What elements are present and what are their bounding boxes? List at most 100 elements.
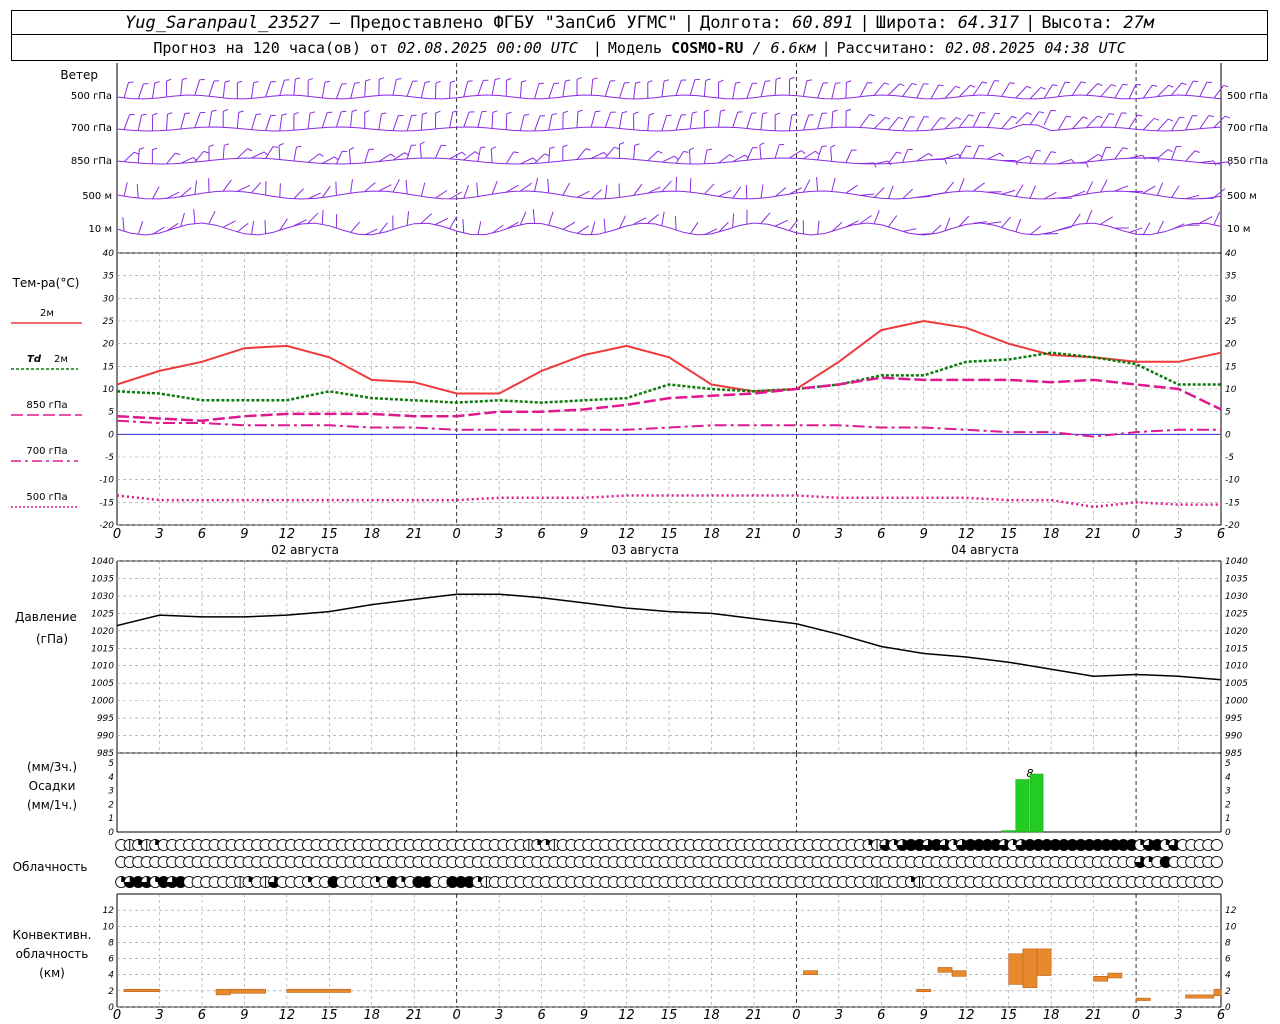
wind-barb-flag bbox=[683, 150, 689, 153]
x-tick-label: 6 bbox=[1217, 1008, 1225, 1023]
wind-barb-flag bbox=[562, 110, 569, 114]
precip-y-tick-right: 3 bbox=[1225, 787, 1231, 797]
wind-barb-flag bbox=[1111, 84, 1117, 87]
wind-barb bbox=[887, 215, 898, 228]
wind-barb-flag bbox=[1109, 113, 1115, 115]
wind-barb bbox=[378, 113, 382, 130]
wind-barb bbox=[1057, 115, 1067, 131]
wind-barb-flag bbox=[884, 82, 890, 85]
wind-barb bbox=[392, 179, 400, 193]
wind-barb bbox=[307, 212, 319, 224]
wind-barb bbox=[590, 189, 603, 200]
temp-y-tick-right: 5 bbox=[1225, 408, 1231, 418]
pressure-y-tick-right: 995 bbox=[1225, 714, 1242, 724]
temp-y-tick-right: 25 bbox=[1225, 317, 1237, 327]
conv-y-tick: 0 bbox=[108, 1003, 114, 1013]
wind-barb-flag bbox=[830, 144, 836, 148]
precip-y-tick: 2 bbox=[108, 800, 114, 810]
wind-barb-flag bbox=[994, 112, 1001, 115]
wind-barb-flag bbox=[720, 109, 726, 112]
wind-barb bbox=[718, 190, 732, 197]
precip-y-tick: 4 bbox=[108, 773, 114, 783]
wind-barb bbox=[675, 80, 682, 96]
temp-y-tick: 35 bbox=[103, 272, 115, 282]
wind-barb bbox=[1100, 113, 1110, 128]
wind-barb bbox=[1086, 83, 1098, 96]
wind-barb-flag bbox=[775, 112, 781, 116]
wind-barb bbox=[831, 177, 836, 192]
wind-barb-flag bbox=[595, 110, 601, 113]
wind-barb-flag bbox=[435, 110, 441, 114]
wind-barb bbox=[420, 82, 426, 99]
wind-barb bbox=[1029, 150, 1037, 164]
wind-barb bbox=[463, 185, 470, 199]
x-tick-label: 15 bbox=[321, 1008, 338, 1023]
wind-barb-flag bbox=[424, 81, 430, 83]
legend-850-label: 850 гПа bbox=[26, 400, 67, 411]
temp-y-tick-right: -20 bbox=[1225, 521, 1240, 531]
wind-barb bbox=[519, 115, 525, 131]
wind-barb bbox=[180, 212, 185, 227]
wind-barb bbox=[477, 111, 483, 128]
wind-barb bbox=[534, 83, 540, 100]
wind-level-line-0 bbox=[116, 94, 1222, 100]
temp-y-tick: -5 bbox=[105, 453, 114, 463]
conv-bar bbox=[1135, 997, 1151, 1001]
wind-barb bbox=[1142, 222, 1151, 236]
x-tick-label: 12 bbox=[618, 1008, 635, 1023]
wind-barb-flag bbox=[1181, 82, 1187, 86]
wind-barb bbox=[208, 80, 215, 97]
x-tick-label: 12 bbox=[279, 1008, 296, 1023]
wind-barb-flag bbox=[521, 80, 527, 83]
wind-barb bbox=[237, 184, 251, 192]
wind-barb-flag bbox=[845, 108, 852, 112]
wind-barb bbox=[1128, 227, 1143, 234]
wind-barb bbox=[930, 192, 945, 196]
conv-bar bbox=[1213, 988, 1222, 997]
pressure-y-tick: 1040 bbox=[91, 557, 114, 567]
wind-barb bbox=[420, 182, 426, 197]
wind-barb bbox=[576, 111, 579, 128]
pressure-y-tick: 990 bbox=[97, 732, 114, 742]
wind-barb bbox=[392, 115, 399, 131]
wind-barb bbox=[166, 114, 168, 131]
x-tick-label: 6 bbox=[1217, 527, 1225, 542]
x-tick-label: 9 bbox=[920, 1008, 928, 1023]
wind-barb bbox=[817, 220, 820, 235]
wind-barb-flag bbox=[224, 80, 231, 83]
wind-barb-flag bbox=[1011, 115, 1017, 119]
wind-barb bbox=[279, 79, 285, 96]
wind-level-700hpa-right: 700 гПа bbox=[1227, 123, 1268, 134]
wind-barb bbox=[519, 81, 522, 99]
wind-barb bbox=[618, 112, 623, 129]
x-tick-label: 18 bbox=[363, 527, 380, 542]
wind-barb bbox=[520, 157, 534, 165]
wind-barb-flag bbox=[1179, 116, 1185, 119]
temp-y-tick: 25 bbox=[103, 317, 115, 327]
pressure-y-tick: 1030 bbox=[91, 592, 114, 602]
wind-barb bbox=[449, 216, 458, 229]
precip-bar bbox=[1029, 773, 1044, 833]
wind-barb bbox=[194, 112, 201, 128]
wind-barb-flag bbox=[1026, 85, 1032, 89]
wind-barb bbox=[816, 177, 819, 192]
wind-barb bbox=[350, 111, 353, 128]
wind-barb bbox=[278, 145, 281, 160]
wind-barb bbox=[760, 81, 766, 97]
wind-barb bbox=[704, 183, 715, 195]
temp-y-tick-right: 15 bbox=[1225, 362, 1237, 372]
wind-barb bbox=[590, 152, 605, 159]
wind-barb bbox=[1100, 216, 1113, 225]
wind-barb-flag bbox=[909, 116, 915, 118]
wind-barb-flag bbox=[999, 152, 1005, 157]
wind-barb bbox=[1185, 115, 1193, 131]
wind-barb bbox=[463, 151, 476, 161]
conv-bar bbox=[937, 967, 953, 973]
wind-barb bbox=[760, 184, 764, 199]
wind-barb bbox=[491, 181, 498, 195]
wind-barb bbox=[208, 210, 216, 224]
wind-barb-flag bbox=[585, 148, 591, 151]
wind-barb bbox=[449, 151, 463, 160]
wind-barb bbox=[618, 82, 625, 99]
wind-barb-flag bbox=[1193, 80, 1199, 83]
